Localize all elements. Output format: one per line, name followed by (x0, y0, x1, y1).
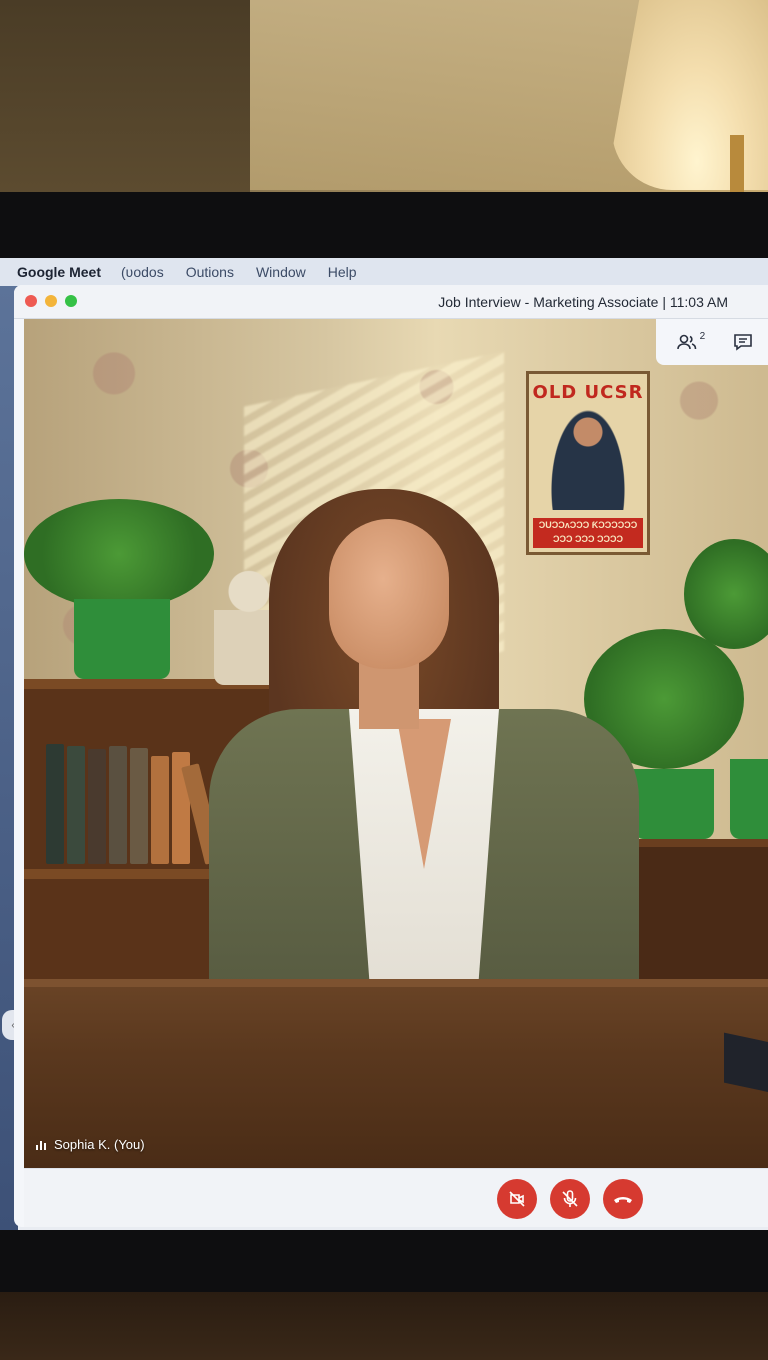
participant-name: Sophia K. (You) (54, 1137, 145, 1152)
books (46, 744, 223, 865)
window-controls (25, 295, 77, 307)
end-call-icon (614, 1197, 632, 1203)
plant-pot-right (634, 769, 714, 839)
participant-video (209, 489, 639, 1009)
book (109, 746, 127, 864)
plant-pot-left (74, 599, 170, 679)
participant-name-tag: Sophia K. (You) (36, 1137, 145, 1152)
participant-count: 2 (699, 330, 706, 342)
menu-bar: Google Meet (ʋodos Outions Window Help (0, 258, 768, 286)
close-button[interactable] (25, 295, 37, 307)
lamp-stem (730, 135, 744, 195)
menu-item-videos[interactable]: (ʋodos (121, 264, 164, 280)
end-call-button[interactable] (603, 1179, 643, 1219)
desk-edge (0, 1292, 768, 1360)
menu-app-name[interactable]: Google Meet (17, 264, 101, 280)
camera-toggle-button[interactable] (497, 1179, 537, 1219)
room-background (0, 0, 768, 200)
poster-title: OLD UCSR (532, 382, 644, 403)
notebook (724, 1032, 768, 1096)
menu-item-options[interactable]: Outions (186, 264, 234, 280)
minimize-button[interactable] (45, 295, 57, 307)
book (67, 746, 85, 864)
plant-leaves-left (24, 499, 214, 609)
room-shadow (0, 0, 250, 200)
people-button[interactable]: 2 (676, 330, 706, 351)
video-feed: OLD UCSR ƆUƆƆʌƆƆƆ ƘƆƆƆƆƆƆ ƆƆƆ ƆƆƆ ƆƆƆƆ S… (24, 319, 768, 1168)
book (88, 749, 106, 864)
top-right-panel: 2 (656, 319, 768, 365)
book (130, 748, 148, 864)
zoom-button[interactable] (65, 295, 77, 307)
call-controls (24, 1168, 768, 1227)
screen: Google Meet (ʋodos Outions Window Help ‹… (0, 258, 768, 1230)
room-wall-light (250, 0, 670, 190)
participant-face (329, 519, 449, 669)
window-title: Job Interview - Marketing Associate | 11… (438, 294, 728, 310)
chat-icon[interactable] (732, 332, 754, 352)
participant-neck (359, 659, 419, 729)
title-bar: Job Interview - Marketing Associate | 11… (14, 285, 768, 319)
meet-window: Job Interview - Marketing Associate | 11… (14, 285, 768, 1227)
lamp-shade (612, 0, 768, 190)
book (151, 756, 169, 864)
mic-toggle-button[interactable] (550, 1179, 590, 1219)
menu-item-help[interactable]: Help (328, 264, 357, 280)
camera-off-icon (509, 1191, 525, 1207)
plant-pot-far-right (730, 759, 768, 839)
people-icon (676, 334, 696, 350)
book (46, 744, 64, 864)
mic-off-icon (562, 1190, 578, 1207)
menu-item-window[interactable]: Window (256, 264, 306, 280)
audio-level-icon (36, 1140, 46, 1150)
